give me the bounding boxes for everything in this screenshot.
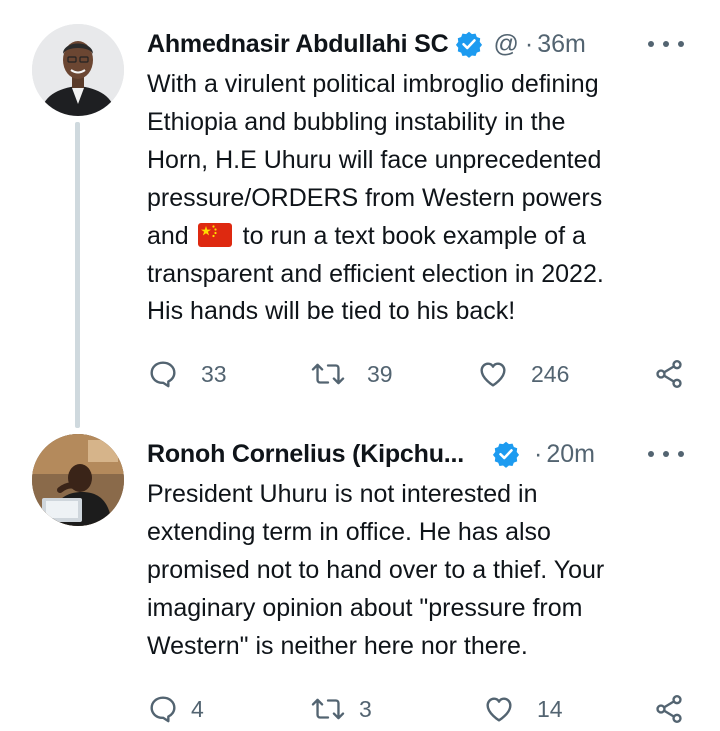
avatar[interactable] bbox=[32, 24, 124, 116]
tweet-text-line: pressure/ORDERS from Western powers bbox=[147, 183, 603, 212]
reply-button[interactable]: 4 bbox=[147, 691, 204, 727]
tweet-text-line: extending term in office. He has also bbox=[147, 517, 551, 546]
retweet-icon bbox=[311, 363, 345, 385]
tweet-text-line: Western" is neither here nor there. bbox=[147, 631, 528, 660]
author-name[interactable]: Ahmednasir Abdullahi SC bbox=[147, 30, 449, 59]
verified-badge-icon bbox=[455, 30, 483, 58]
separator-dot: · bbox=[534, 439, 543, 468]
like-button[interactable]: 246 bbox=[477, 356, 569, 392]
thread-connector-line bbox=[75, 122, 80, 428]
reply-button[interactable]: 33 bbox=[147, 356, 227, 392]
tweet-text-line: With a virulent political imbroglio defi… bbox=[147, 70, 599, 98]
tweet-timestamp[interactable]: 36m bbox=[537, 30, 586, 59]
tweet-text: With a virulent political imbroglio defi… bbox=[147, 66, 684, 331]
reply-icon bbox=[150, 361, 176, 388]
like-count: 14 bbox=[537, 695, 563, 722]
tweet-text-line: President Uhuru is not interested in bbox=[147, 480, 538, 508]
tweet-text-line: transparent and efficient election in 20… bbox=[147, 259, 604, 288]
share-icon bbox=[656, 695, 682, 723]
more-icon[interactable] bbox=[648, 36, 684, 52]
avatar-photo bbox=[32, 24, 124, 116]
tweet[interactable]: Ronoh Cornelius (Kipchu... · 20m Preside… bbox=[0, 420, 720, 731]
like-icon bbox=[480, 362, 506, 387]
author-handle[interactable]: @ bbox=[493, 30, 518, 59]
verified-badge-icon bbox=[492, 440, 520, 468]
like-icon bbox=[486, 697, 512, 722]
retweet-count: 39 bbox=[367, 360, 393, 387]
share-button[interactable] bbox=[653, 356, 685, 392]
like-count: 246 bbox=[531, 360, 570, 387]
tweet-text-line: and to run a text book example of a bbox=[147, 218, 684, 256]
china-flag-emoji-icon bbox=[197, 222, 232, 247]
more-icon[interactable] bbox=[648, 446, 684, 462]
separator-dot: · bbox=[524, 29, 534, 58]
tweet-timestamp[interactable]: 20m bbox=[546, 440, 595, 469]
reply-count: 33 bbox=[201, 360, 227, 387]
tweet-actions: 33 39 246 bbox=[147, 356, 690, 392]
tweet-header: Ronoh Cornelius (Kipchu... · 20m bbox=[147, 434, 690, 474]
tweet-actions: 4 3 14 bbox=[147, 691, 690, 727]
avatar-photo bbox=[32, 434, 124, 526]
tweet-text-line: Ethiopia and bubbling instability in the bbox=[147, 107, 566, 136]
reply-count: 4 bbox=[191, 695, 204, 722]
tweet-text-line: imaginary opinion about "pressure from bbox=[147, 593, 583, 622]
tweet-text-line: Horn, H.E Uhuru will face unprecedented bbox=[147, 145, 602, 174]
retweet-icon bbox=[311, 698, 345, 720]
tweet-text-fragment: to run a text book example of a bbox=[242, 221, 586, 250]
avatar[interactable] bbox=[32, 434, 124, 526]
share-button[interactable] bbox=[653, 691, 685, 727]
retweet-count: 3 bbox=[359, 695, 372, 722]
tweet-text-fragment: and bbox=[147, 221, 189, 250]
tweet[interactable]: Ahmednasir Abdullahi SC @ · 36m With a v… bbox=[0, 0, 720, 428]
tweet-header: Ahmednasir Abdullahi SC @ · 36m bbox=[147, 24, 690, 64]
tweet-text-line: His hands will be tied to his back! bbox=[147, 297, 516, 326]
share-icon bbox=[656, 360, 682, 388]
reply-icon bbox=[150, 696, 176, 723]
tweet-text: President Uhuru is not interested in ext… bbox=[147, 476, 684, 666]
tweet-text-line: promised not to hand over to a thief. Yo… bbox=[147, 555, 605, 584]
author-name[interactable]: Ronoh Cornelius (Kipchu... bbox=[147, 440, 464, 469]
retweet-button[interactable]: 39 bbox=[311, 356, 393, 392]
like-button[interactable]: 14 bbox=[483, 691, 563, 727]
retweet-button[interactable]: 3 bbox=[311, 691, 372, 727]
